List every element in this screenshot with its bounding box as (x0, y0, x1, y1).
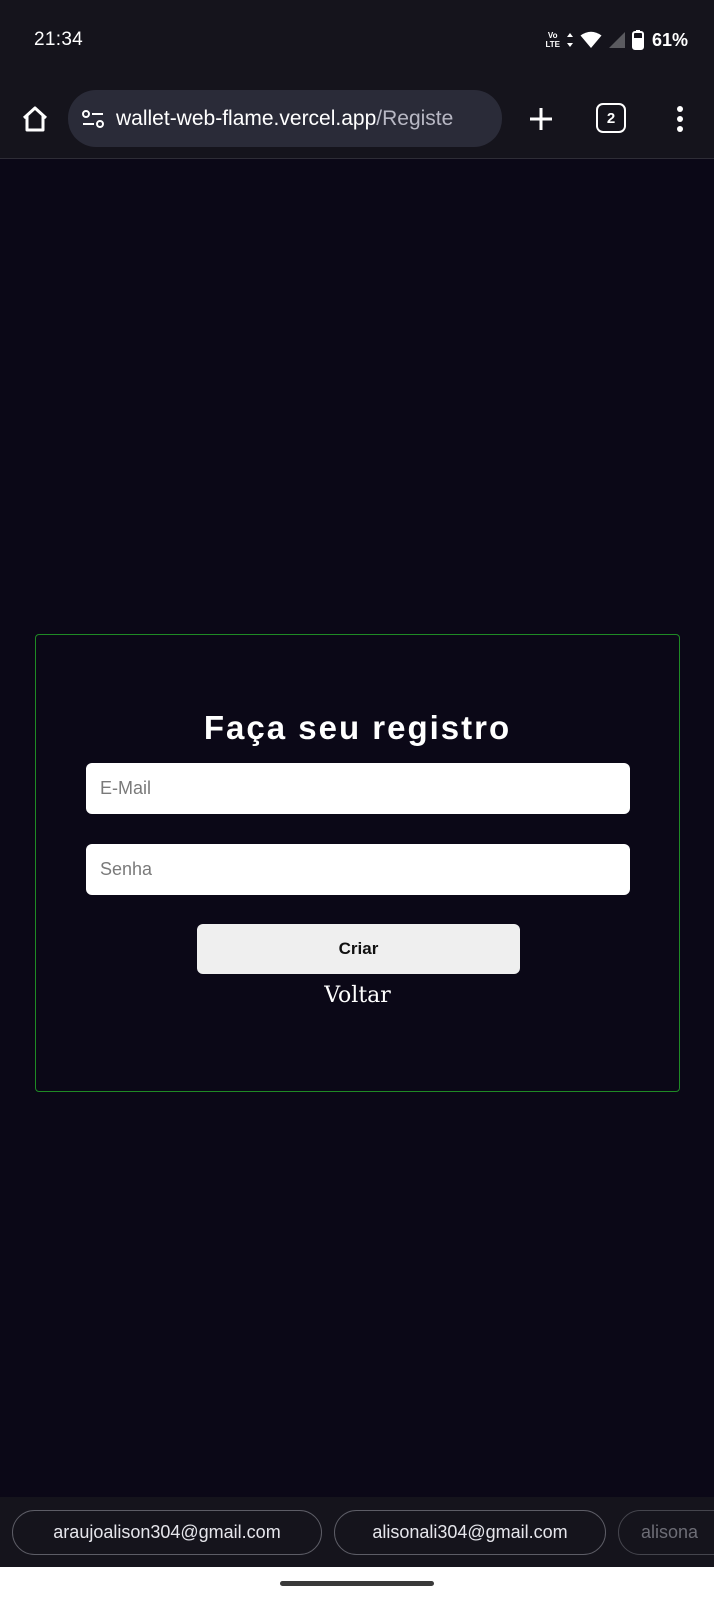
gesture-handle[interactable] (280, 1581, 434, 1586)
tab-count: 2 (606, 109, 616, 127)
battery-percent: 61% (651, 29, 688, 50)
more-vert-icon (677, 106, 683, 132)
home-icon (22, 106, 48, 132)
data-arrows-icon (566, 33, 573, 47)
wifi-icon (580, 31, 602, 48)
home-button[interactable] (18, 102, 52, 136)
url-text: wallet-web-flame.vercel.app/Registe (116, 106, 454, 130)
status-bar: 21:34 Vo LTE 61% (0, 0, 714, 80)
volte-icon: Vo LTE (545, 31, 560, 49)
plus-icon (530, 108, 552, 130)
autofill-chip[interactable]: alisonali304@gmail.com (334, 1509, 606, 1555)
battery-icon (631, 30, 644, 50)
autofill-suggestions: araujoalison304@gmail.com alisonali304@g… (0, 1497, 714, 1567)
register-title: Faça seu registro (203, 709, 512, 746)
autofill-chip[interactable]: araujoalison304@gmail.com (12, 1509, 322, 1555)
status-time: 21:34 (34, 29, 84, 50)
status-icons: Vo LTE 61% (545, 30, 688, 51)
address-bar[interactable]: wallet-web-flame.vercel.app/Registe (68, 90, 502, 147)
password-input[interactable] (86, 844, 630, 895)
site-settings-icon[interactable] (80, 106, 106, 132)
gesture-nav-bar (0, 1567, 714, 1599)
more-menu-button[interactable] (664, 100, 696, 138)
browser-toolbar: wallet-web-flame.vercel.app/Registe 2 (0, 80, 714, 159)
page-content: Faça seu registro Criar Voltar (0, 160, 714, 1497)
email-input[interactable] (86, 763, 630, 814)
cell-signal-icon (608, 32, 625, 48)
new-tab-button[interactable] (524, 102, 558, 136)
back-link[interactable]: Voltar (36, 983, 679, 1008)
create-button[interactable]: Criar (197, 924, 520, 974)
autofill-chip[interactable]: alisona (618, 1509, 714, 1555)
tab-switcher-button[interactable]: 2 (596, 103, 626, 133)
register-card: Faça seu registro Criar Voltar (35, 634, 680, 1092)
